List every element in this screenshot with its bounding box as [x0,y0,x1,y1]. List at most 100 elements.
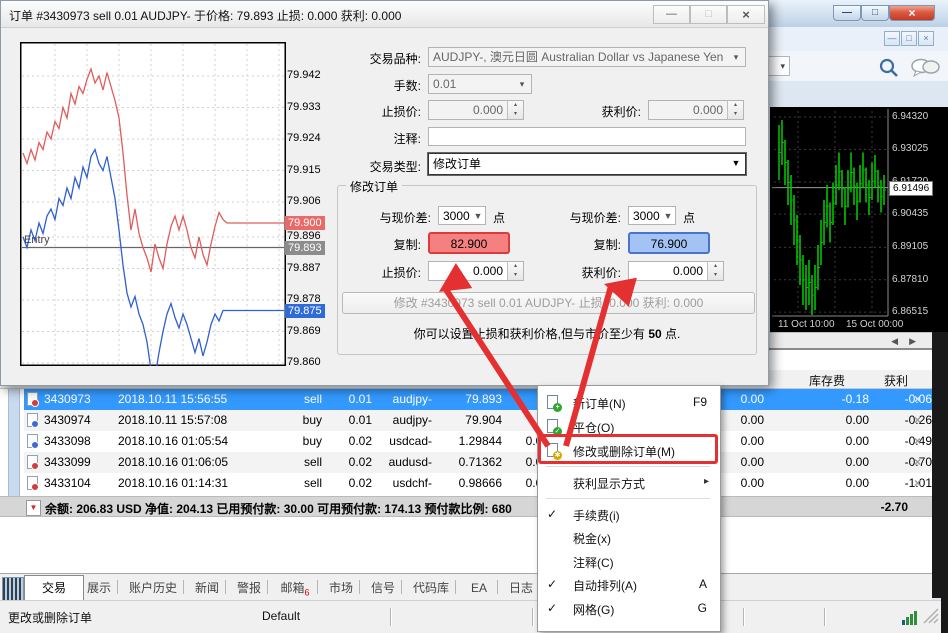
table-row[interactable]: 34309742018.10.11 15:57:08buy0.01audjpy-… [24,410,932,431]
connection-status-icon [902,609,920,625]
copy-label-buy: 复制: [541,236,621,253]
menu-separator [546,466,710,467]
spinner-icon[interactable]: ▴▾ [707,262,723,280]
order-time: 2018.10.16 01:06:05 [118,455,228,469]
comment-input[interactable] [428,127,746,146]
menu-item-shortcut: A [699,577,707,591]
spinner-icon[interactable]: ▴▾ [507,262,523,280]
tab-separator [117,580,118,594]
close-order-icon[interactable]: × [914,413,921,427]
menu-item[interactable]: ✓手续费(i) [539,503,719,527]
order-symbol: audjpy- [393,413,432,427]
tab-separator [455,580,456,594]
points-unit: 点 [493,209,513,226]
copy-sell-price-button[interactable]: 82.900 [428,232,510,254]
close-order-icon[interactable]: × [914,392,921,406]
main-close-button[interactable]: × [889,5,935,21]
tab-警报[interactable]: 警报 [230,576,268,600]
main-minimize-button[interactable]: — [833,5,861,21]
chart-minimize-button[interactable]: — [884,31,900,46]
menu-item[interactable]: ✓自动排列(A)A [539,573,719,597]
tab-信号[interactable]: 信号 [364,576,402,600]
menu-item[interactable]: ✓网格(G)G [539,597,719,621]
main-chart-axis: 6.943206.930256.917206.904356.891056.878… [770,107,948,332]
symbol-select[interactable]: AUDJPY-, 澳元日圆 Australian Dollar vs Japan… [428,47,746,67]
tab-展示[interactable]: 展示 [80,576,118,600]
tab-账户历史[interactable]: 账户历史 [122,576,184,600]
buy-dot-icon [31,420,39,428]
table-row[interactable]: 34330992018.10.16 01:06:05sell0.02audusd… [24,452,932,473]
scroll-left-icon[interactable]: ◀ [891,336,898,347]
balance-row: ▼ 余额: 206.83 USD 净值: 204.13 已用预付款: 30.00… [0,496,932,517]
stoploss-input[interactable]: 0.000 ▴▾ [428,100,524,120]
tab-交易[interactable]: 交易 [24,575,84,601]
takeprofit-input[interactable]: 0.000 ▴▾ [648,100,744,120]
group-stoploss-input[interactable]: 0.000 ▴▾ [428,261,524,281]
status-message: 更改或删除订单 [8,609,92,626]
entry-label: Entry [24,234,50,246]
tab-市场[interactable]: 市场 [322,576,360,600]
table-row[interactable]: 34331042018.10.16 01:14:31sell0.02usdchf… [24,473,932,494]
tab-EA[interactable]: EA [460,576,498,600]
dialog-close-button[interactable]: × [727,5,765,24]
dialog-titlebar[interactable]: 订单 #3430973 sell 0.01 AUDJPY- 于价格: 79.89… [1,1,768,28]
symbol-label: 交易品种: [331,50,421,67]
tab-日志[interactable]: 日志 [502,576,540,600]
diff-select-tp[interactable]: 3000 ▼ [628,206,676,225]
tab-邮箱[interactable]: 邮箱6 [272,576,318,600]
hint-text: 你可以设置止损和获利价格,但与市价至少有 50 点. [337,325,757,342]
tab-新闻[interactable]: 新闻 [188,576,226,600]
chart-hscrollbar[interactable]: ◀ ▶ [770,332,932,349]
status-profile[interactable]: Default [262,609,300,623]
menu-item[interactable]: +新订单(N)F9 [539,391,719,415]
order-price: 0.98666 [459,476,502,490]
resize-grip[interactable] [922,607,939,624]
trade-type-select[interactable]: 修改订单 ▼ [428,153,746,175]
column-header-profit[interactable]: 获利 [884,372,908,389]
table-row[interactable]: 34330982018.10.16 01:05:54buy0.02usdcad-… [24,431,932,452]
lots-select[interactable]: 0.01 ▾ [428,74,532,94]
mt4-application: — □ × — □ × ▾ 6.943206.930256.917206.904… [0,0,948,633]
panel-drag-handle[interactable] [2,577,24,601]
chart-restore-button[interactable]: □ [901,31,917,46]
diff-select-sl[interactable]: 3000 ▼ [438,206,486,225]
axis-date-label: 11 Oct 10:00 [778,319,835,330]
order-tax: 0.00 [741,434,764,448]
order-ticket-icon [27,434,38,448]
order-ticket-icon [27,476,38,490]
group-takeprofit-input[interactable]: 0.000 ▴▾ [628,261,724,281]
axis-price-label: 79.915 [287,164,321,176]
order-time: 2018.10.11 15:57:08 [118,413,227,427]
menu-item[interactable]: 税金(x) [539,526,719,550]
axis-price-label: 79.924 [287,132,321,144]
order-type: sell [304,476,322,490]
scroll-right-icon[interactable]: ▶ [909,336,916,347]
menu-item[interactable]: 注释(C) [539,550,719,574]
close-order-icon[interactable]: × [914,476,921,490]
spinner-icon[interactable]: ▴▾ [727,101,743,119]
group-takeprofit-label: 获利价: [541,264,621,281]
copy-buy-price-button[interactable]: 76.900 [628,232,710,254]
axis-price-label: 6.93025 [892,143,928,154]
dialog-minimize-button[interactable]: — [653,5,690,24]
close-order-icon[interactable]: × [914,455,921,469]
chart-close-button[interactable]: × [918,31,934,46]
main-maximize-button[interactable]: □ [861,5,889,21]
table-row[interactable]: 34309732018.10.11 15:56:55sell0.01audjpy… [24,389,932,410]
axis-price-label: 79.869 [287,325,321,337]
dropdown-icon: ▼ [662,208,674,223]
chat-icon[interactable] [910,58,940,78]
order-type: sell [304,392,322,406]
menu-item[interactable]: 获利显示方式▸ [539,471,719,495]
search-icon[interactable] [878,57,900,79]
close-order-icon[interactable]: × [914,434,921,448]
tab-代码库[interactable]: 代码库 [406,576,456,600]
order-swap: 0.00 [846,455,869,469]
tab-separator [359,580,360,594]
column-header-swap[interactable]: 库存费 [809,372,845,389]
spinner-icon[interactable]: ▴▾ [507,101,523,119]
order-price: 0.71362 [459,455,502,469]
tab-separator [401,580,402,594]
order-id: 3433104 [44,476,91,490]
order-lots: 0.02 [349,434,372,448]
